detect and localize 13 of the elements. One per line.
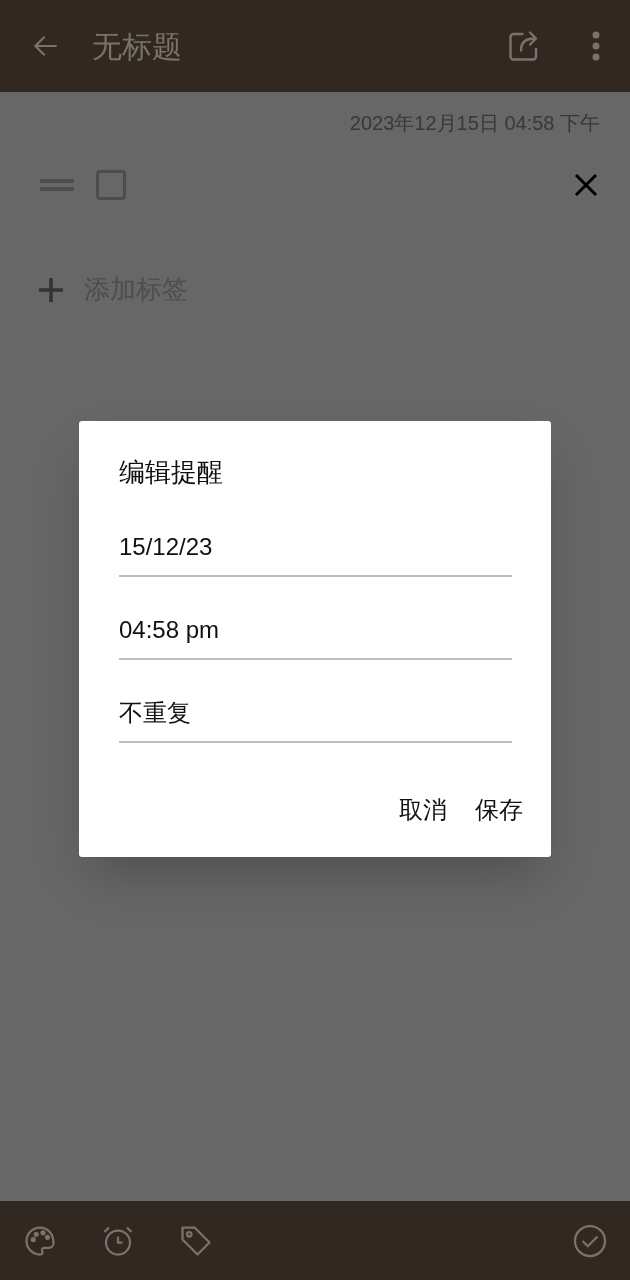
check-circle-icon[interactable] bbox=[572, 1222, 608, 1259]
checkbox[interactable] bbox=[96, 170, 126, 200]
input-field[interactable]: 04:58 pm bbox=[119, 600, 512, 660]
close-icon[interactable] bbox=[574, 173, 598, 197]
plus-icon[interactable] bbox=[38, 276, 64, 303]
input-field[interactable]: 不重复 bbox=[119, 683, 512, 743]
more-icon[interactable] bbox=[592, 31, 600, 61]
input-field[interactable]: 15/12/23 bbox=[119, 517, 512, 577]
note-title: 无标题 bbox=[92, 28, 183, 65]
drag-handle-icon[interactable] bbox=[40, 178, 76, 192]
dialog-title: 编辑提醒 bbox=[119, 456, 224, 489]
dialog-button[interactable]: 取消 bbox=[399, 792, 447, 828]
dialog-button[interactable]: 保存 bbox=[475, 792, 523, 828]
